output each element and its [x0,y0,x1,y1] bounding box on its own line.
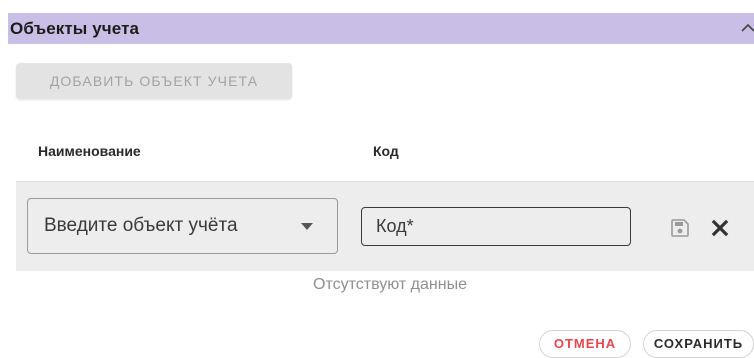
cancel-button[interactable]: ОТМЕНА [539,330,631,358]
close-icon[interactable] [711,219,729,237]
object-select-placeholder: Введите объект учёта [44,215,238,236]
caret-down-icon [301,223,313,230]
section-title: Объекты учета [10,18,140,38]
save-button[interactable]: СОХРАНИТЬ [643,330,754,358]
object-select[interactable]: Введите объект учёта [27,198,338,254]
column-header-code: Код [373,143,399,159]
code-input[interactable] [361,207,631,246]
chevron-up-icon[interactable] [740,21,754,35]
floppy-disk-icon[interactable] [670,218,690,238]
column-header-name: Наименование [38,143,141,159]
add-accounting-object-button[interactable]: ДОБАВИТЬ ОБЪЕКТ УЧЕТА [16,63,292,99]
section-header[interactable]: Объекты учета [8,13,754,44]
empty-state-text: Отсутствуют данные [313,276,467,293]
